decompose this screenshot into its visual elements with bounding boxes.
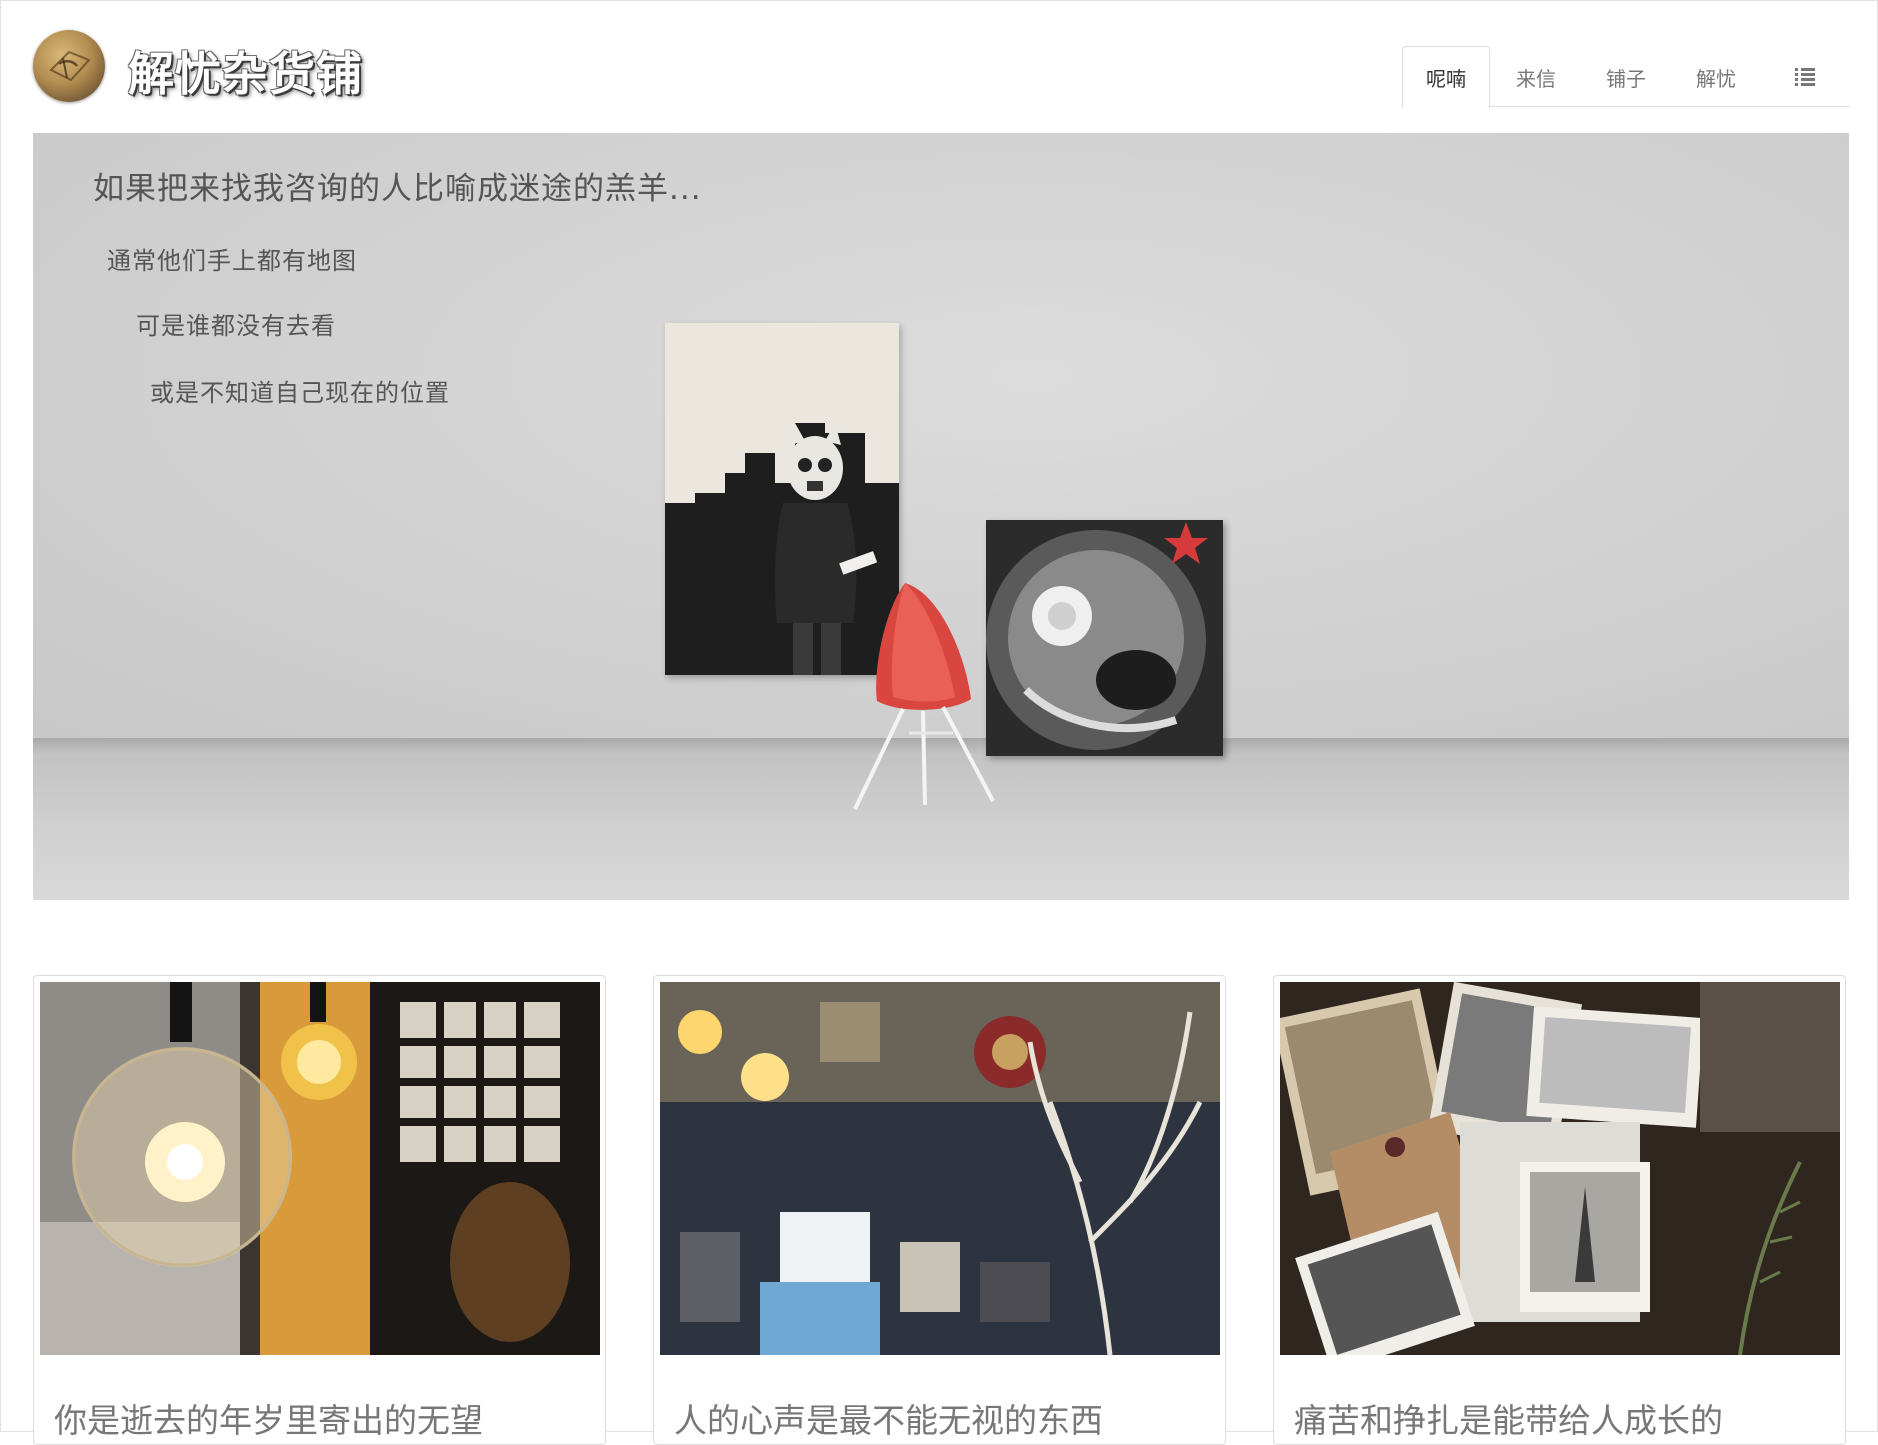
hero-line-3: 或是不知道自己现在的位置: [150, 379, 450, 407]
nav-item-nina[interactable]: 呢喃: [1402, 46, 1490, 108]
hero-banner: 如果把来找我咨询的人比喻成迷途的羔羊... 通常他们手上都有地图 可是谁都没有去…: [33, 133, 1849, 900]
nav-menu-button[interactable]: [1762, 46, 1848, 108]
article-card-3[interactable]: 痛苦和挣扎是能带给人成长的: [1273, 975, 1846, 1445]
hero-line-2: 可是谁都没有去看: [136, 312, 336, 340]
shop-interior-photo[interactable]: [660, 982, 1220, 1355]
nav-item-puzi[interactable]: 铺子: [1582, 46, 1670, 108]
card-title[interactable]: 你是逝去的年岁里寄出的无望: [54, 1394, 483, 1442]
article-card-1[interactable]: 你是逝去的年岁里寄出的无望: [33, 975, 606, 1445]
list-icon: [1795, 68, 1815, 86]
main-nav: 呢喃 来信 铺子 解忧: [1402, 46, 1848, 108]
vintage-photos-photo[interactable]: [1280, 982, 1840, 1355]
astronaut-poster: [986, 520, 1223, 756]
hero-line-1: 通常他们手上都有地图: [107, 247, 357, 275]
site-title[interactable]: 解忧杂货铺: [128, 38, 363, 104]
light-bulb-photo[interactable]: [40, 982, 600, 1355]
card-title[interactable]: 痛苦和挣扎是能带给人成长的: [1294, 1394, 1723, 1442]
nav-item-jieyou[interactable]: 解忧: [1672, 46, 1760, 108]
nav-item-laixin[interactable]: 来信: [1492, 46, 1580, 108]
site-header: 解忧杂货铺 呢喃 来信 铺子 解忧: [0, 0, 1878, 112]
nav-label: 解忧: [1696, 66, 1736, 91]
red-chair: [843, 573, 1013, 817]
article-card-2[interactable]: 人的心声是最不能无视的东西: [653, 975, 1226, 1445]
nav-label: 呢喃: [1426, 66, 1466, 91]
hero-title: 如果把来找我咨询的人比喻成迷途的羔羊...: [93, 171, 702, 207]
card-title[interactable]: 人的心声是最不能无视的东西: [674, 1394, 1103, 1442]
nav-label: 来信: [1516, 66, 1556, 91]
site-logo-icon[interactable]: [33, 30, 105, 102]
nav-label: 铺子: [1606, 66, 1646, 91]
